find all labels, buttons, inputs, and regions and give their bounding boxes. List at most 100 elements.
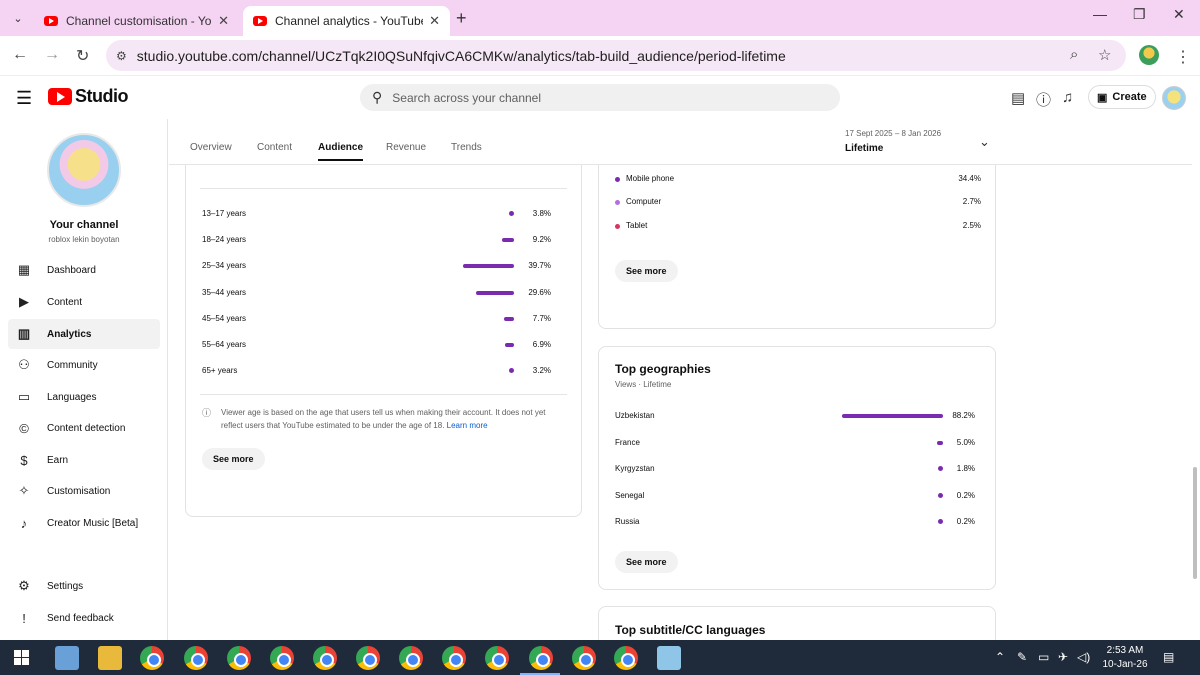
omnibox[interactable]: ⚙ studio.youtube.com/channel/UCzTqk2I0QS… (106, 40, 1126, 71)
row-label: France (615, 437, 640, 447)
chevron-down-icon[interactable]: ⌄ (979, 134, 990, 150)
notification-center-icon[interactable]: ▤ (1163, 650, 1174, 664)
row-label: 55–64 years (202, 340, 247, 349)
sidebar-item-languages[interactable]: ▭ Languages (8, 382, 160, 412)
windows-start-icon[interactable] (14, 650, 29, 665)
row-value: 88.2% (952, 411, 975, 420)
see-more-button[interactable]: See more (615, 260, 678, 282)
chrome-profile-icon[interactable] (614, 646, 638, 670)
notifications-icon[interactable]: ♫ (1062, 89, 1073, 106)
page-scrollbar[interactable] (1193, 467, 1197, 579)
account-avatar[interactable] (1162, 86, 1186, 110)
sidebar-item-creator-music[interactable]: ♪ Creator Music [Beta] (8, 508, 160, 538)
age-row: 13–17 years 3.8% (186, 207, 581, 221)
row-label: 45–54 years (202, 313, 247, 323)
browser-tab-customisation[interactable]: Channel customisation - YouTu ✕ (34, 6, 239, 36)
row-value: 39.7% (528, 261, 551, 271)
age-gender-card: Male62.6%User specified0% 13–17 years3.8… (185, 119, 582, 517)
learn-more-link[interactable]: Learn more (447, 421, 488, 430)
bookmark-star-icon[interactable]: ☆ (1098, 46, 1111, 64)
sidebar-item-label: Send feedback (47, 612, 114, 624)
row-value: 2.7% (962, 197, 981, 207)
sidebar-item-label: Creator Music [Beta] (47, 517, 139, 529)
chrome-profile-icon[interactable] (399, 646, 423, 670)
studio-logo[interactable]: Studio (48, 86, 129, 107)
back-icon[interactable]: ← (12, 46, 28, 64)
copyright-icon: © (19, 420, 29, 436)
sidebar-item-send-feedback[interactable]: ! Send feedback (8, 603, 160, 633)
chrome-icon[interactable] (140, 646, 164, 670)
site-info-icon[interactable]: ⚙ (116, 49, 127, 63)
pen-icon[interactable]: ✎ (1017, 650, 1027, 664)
sidebar-item-earn[interactable]: $ Earn (8, 445, 160, 475)
tab-search-icon[interactable]: ⌄ (8, 8, 28, 28)
browser-profile-avatar[interactable] (1139, 45, 1159, 65)
tray-overflow-icon[interactable]: ⌃ (995, 650, 1005, 664)
battery-icon[interactable]: ▭ (1038, 650, 1049, 664)
new-tab-icon[interactable]: + (456, 8, 467, 29)
studio-header: ☰ Studio ⚲ Search across your channel ▤ … (0, 76, 1200, 119)
sidebar-item-label: Content detection (47, 422, 126, 434)
tab-audience[interactable]: Audience (318, 142, 364, 161)
chrome-profile-icon-active[interactable] (529, 646, 553, 670)
close-tab-icon[interactable]: ✕ (218, 13, 229, 29)
content-icon: ▶ (19, 294, 29, 309)
restore-icon[interactable]: ❐ (1133, 6, 1146, 23)
chrome-profile-icon[interactable] (313, 646, 337, 670)
sidebar-item-content-detection[interactable]: © Content detection (8, 413, 160, 443)
chrome-profile-icon[interactable] (572, 646, 596, 670)
channel-avatar[interactable] (47, 133, 121, 207)
see-more-button[interactable]: See more (202, 448, 265, 470)
row-label: Tablet (626, 221, 648, 231)
chrome-profile-icon[interactable] (442, 646, 466, 670)
sidebar-item-content[interactable]: ▶ Content (8, 287, 160, 317)
calculator-icon[interactable] (55, 646, 79, 670)
sidebar-item-dashboard[interactable]: ▦ Dashboard (8, 255, 160, 285)
tab-trends[interactable]: Trends (451, 142, 482, 153)
sidebar-item-analytics[interactable]: ▥ Analytics (8, 319, 160, 349)
chrome-profile-icon[interactable] (227, 646, 251, 670)
file-explorer-icon[interactable] (98, 646, 122, 670)
messages-icon[interactable]: ▤ (1011, 89, 1025, 107)
reload-icon[interactable]: ↻ (76, 46, 89, 66)
tab-content[interactable]: Content (257, 142, 292, 153)
row-value: 0.2% (956, 490, 975, 500)
row-value: 2.5% (962, 221, 981, 231)
channel-search-input[interactable]: ⚲ Search across your channel (360, 84, 840, 111)
chrome-profile-icon[interactable] (485, 646, 509, 670)
network-icon[interactable]: ✈ (1058, 650, 1068, 664)
device-row: Tablet 2.5% (599, 219, 995, 233)
sidebar-item-customisation[interactable]: ✧ Customisation (8, 476, 160, 506)
sidebar-item-label: Analytics (47, 328, 92, 340)
tab-revenue[interactable]: Revenue (386, 142, 426, 153)
chrome-profile-icon[interactable] (356, 646, 380, 670)
period-selector[interactable]: 17 Sept 2025 – 8 Jan 2026 Lifetime (845, 129, 941, 154)
age-row: 25–34 years 39.7% (186, 259, 581, 273)
percentage-bar (462, 264, 514, 269)
dashboard-icon: ▦ (17, 262, 31, 277)
row-value: 0.2% (956, 517, 975, 526)
tab-overview[interactable]: Overview (190, 142, 232, 153)
browser-tab-analytics[interactable]: Channel analytics - YouTube St ✕ (243, 6, 450, 36)
chrome-profile-icon[interactable] (184, 646, 208, 670)
sidebar-item-community[interactable]: ⚇ Community (8, 350, 160, 380)
minimize-icon[interactable]: — (1093, 6, 1107, 22)
close-tab-icon[interactable]: ✕ (429, 13, 440, 29)
system-clock[interactable]: 2:53 AM 10-Jan-26 (1100, 644, 1150, 672)
row-label: Russia (615, 517, 640, 526)
dollar-icon: $ (20, 452, 28, 468)
help-icon[interactable]: ⓘ (1036, 89, 1051, 110)
zoom-icon[interactable]: ⌕ (1070, 46, 1078, 63)
create-button[interactable]: ▣ Create (1088, 85, 1156, 109)
close-window-icon[interactable]: ✕ (1173, 6, 1185, 23)
forward-icon[interactable]: → (44, 46, 60, 64)
browser-menu-icon[interactable]: ⋮ (1175, 47, 1191, 67)
hamburger-menu-icon[interactable]: ☰ (16, 88, 32, 109)
logo-text: Studio (75, 86, 129, 106)
legend-dot-icon (615, 176, 620, 182)
sidebar-item-settings[interactable]: ⚙ Settings (8, 571, 160, 601)
see-more-button[interactable]: See more (615, 551, 678, 573)
notepad-icon[interactable] (657, 646, 681, 670)
chrome-profile-icon[interactable] (270, 646, 294, 670)
volume-icon[interactable]: ◁) (1077, 650, 1090, 664)
